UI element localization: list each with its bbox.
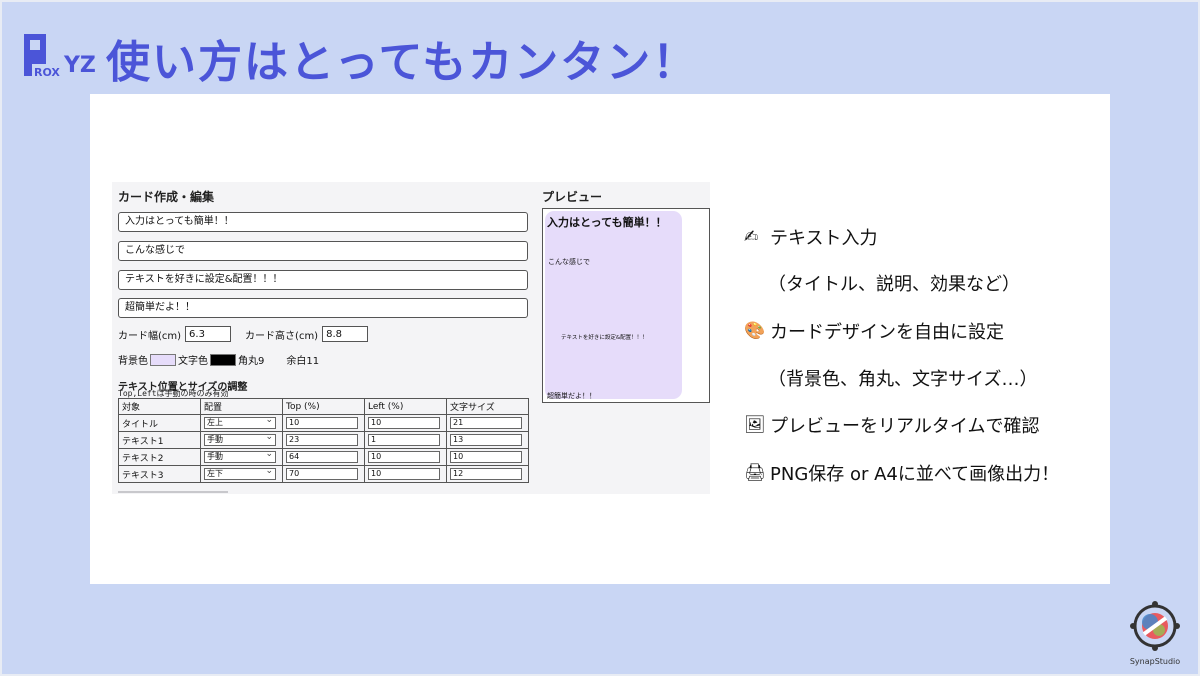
text-color-picker[interactable] (210, 353, 236, 366)
feature-item: 🖼 プレビューをリアルタイムで確認 (744, 412, 1039, 438)
feature-text: テキスト入力 (770, 228, 878, 249)
table-header-row: 対象 配置 Top (%) Left (%) 文字サイズ (118, 398, 529, 415)
preview-card-title: 入力はとっても簡単！！ (547, 216, 667, 229)
footer-brand: SynapStudio (1129, 657, 1181, 666)
text-color-label: 文字色 (178, 356, 208, 367)
row-target: テキスト3 (118, 465, 201, 483)
bg-color-label: 背景色 (118, 356, 148, 367)
col-header-target: 対象 (118, 398, 201, 415)
synapstudio-logo: SynapStudio (1122, 600, 1188, 666)
feature-item: 🖨 PNG保存 or A4に並べて画像出力！ (744, 460, 1059, 486)
table-row: タイトル 左上 10 10 21 (118, 414, 529, 432)
row-target: テキスト1 (118, 431, 201, 449)
size-input[interactable]: 10 (450, 451, 522, 463)
col-header-left: Left (%) (364, 398, 447, 415)
table-row: テキスト2 手動 64 10 10 (118, 448, 529, 466)
card-height-label: カード高さ(cm) (245, 330, 319, 342)
card-height-input[interactable]: 8.8 (322, 326, 369, 342)
left-input[interactable]: 10 (368, 451, 440, 463)
left-input[interactable]: 1 (368, 434, 440, 446)
preview-card-text1: こんな感じで (548, 258, 590, 266)
row-target: タイトル (118, 414, 201, 432)
writing-hand-icon: ✍ (744, 227, 759, 247)
text1-field[interactable]: こんな感じで (118, 241, 528, 261)
feature-item: ✍ テキスト入力 (744, 224, 877, 250)
card-width-input[interactable]: 6.3 (185, 326, 232, 342)
feature-detail-text: （タイトル、説明、効果など） (768, 274, 1020, 295)
text3-field[interactable]: 超簡単だよ！！ (118, 298, 528, 318)
top-input[interactable]: 64 (286, 451, 358, 463)
card-size-row: カード幅(cm) 6.3 カード高さ(cm) 8.8 (118, 326, 369, 342)
col-header-size: 文字サイズ (446, 398, 529, 415)
top-input[interactable]: 70 (286, 468, 358, 480)
svg-text:YZ: YZ (63, 53, 96, 78)
feature-detail: （タイトル、説明、効果など） (768, 270, 1020, 296)
feature-detail-text: （背景色、角丸、文字サイズ…） (768, 369, 1038, 390)
bg-color-picker[interactable] (150, 353, 176, 366)
app-screenshot: カード作成・編集 入力はとっても簡単！！ こんな感じで テキストを好きに設定&配… (112, 182, 710, 494)
palette-icon: 🎨 (744, 321, 766, 341)
align-select[interactable]: 手動 (204, 449, 276, 463)
editor-title: カード作成・編集 (118, 190, 215, 204)
text2-field[interactable]: テキストを好きに設定&配置！！！ (118, 270, 528, 290)
color-row: 背景色 文字色 角丸9 余白11 (118, 352, 319, 367)
card-editor: カード作成・編集 入力はとっても簡単！！ こんな感じで テキストを好きに設定&配… (112, 182, 532, 494)
synapse-icon (1130, 601, 1180, 651)
size-input[interactable]: 12 (450, 468, 522, 480)
top-input[interactable]: 23 (286, 434, 358, 446)
feature-text: カードデザインを自由に設定 (770, 322, 1004, 343)
printer-icon: 🖨 (744, 463, 766, 483)
preview-box: 入力はとっても簡単！！ こんな感じで テキストを好きに設定&配置！！！ 超簡単だ… (542, 208, 710, 403)
align-select[interactable]: 左上 (204, 415, 276, 429)
align-select[interactable]: 手動 (204, 432, 276, 446)
feature-text: PNG保存 or A4に並べて画像出力！ (770, 464, 1060, 485)
preview-card-text2: テキストを好きに設定&配置！！！ (561, 335, 648, 341)
position-table: 対象 配置 Top (%) Left (%) 文字サイズ タイトル 左上 10 … (118, 398, 529, 483)
framed-picture-icon: 🖼 (744, 415, 766, 435)
horizontal-scrollbar[interactable] (118, 491, 228, 493)
margin-label: 余白11 (286, 356, 320, 367)
feature-item: 🎨 カードデザインを自由に設定 (744, 318, 1004, 344)
size-input[interactable]: 13 (450, 434, 522, 446)
page-title: 使い方はとってもカンタン！ (106, 37, 699, 88)
proxyz-logo: ROX YZ (24, 34, 96, 78)
preview-card-text3: 超簡単だよ！！ (547, 392, 596, 400)
preview-card: 入力はとっても簡単！！ こんな感じで テキストを好きに設定&配置！！！ 超簡単だ… (545, 211, 682, 400)
table-row: テキスト1 手動 23 1 13 (118, 431, 529, 449)
title-field[interactable]: 入力はとっても簡単！！ (118, 212, 528, 232)
left-input[interactable]: 10 (368, 468, 440, 480)
row-target: テキスト2 (118, 448, 201, 466)
feature-detail: （背景色、角丸、文字サイズ…） (768, 365, 1037, 391)
feature-text: プレビューをリアルタイムで確認 (770, 416, 1040, 437)
table-row: テキスト3 左下 70 10 12 (118, 465, 529, 483)
align-select[interactable]: 左下 (204, 466, 276, 480)
preview-label: プレビュー (542, 190, 603, 204)
svg-text:ROX: ROX (34, 66, 60, 78)
col-header-align: 配置 (200, 398, 283, 415)
col-header-top: Top (%) (282, 398, 365, 415)
top-input[interactable]: 10 (286, 417, 358, 429)
card-width-label: カード幅(cm) (118, 330, 182, 342)
size-input[interactable]: 21 (450, 417, 522, 429)
radius-label: 角丸9 (238, 356, 265, 367)
left-input[interactable]: 10 (368, 417, 440, 429)
